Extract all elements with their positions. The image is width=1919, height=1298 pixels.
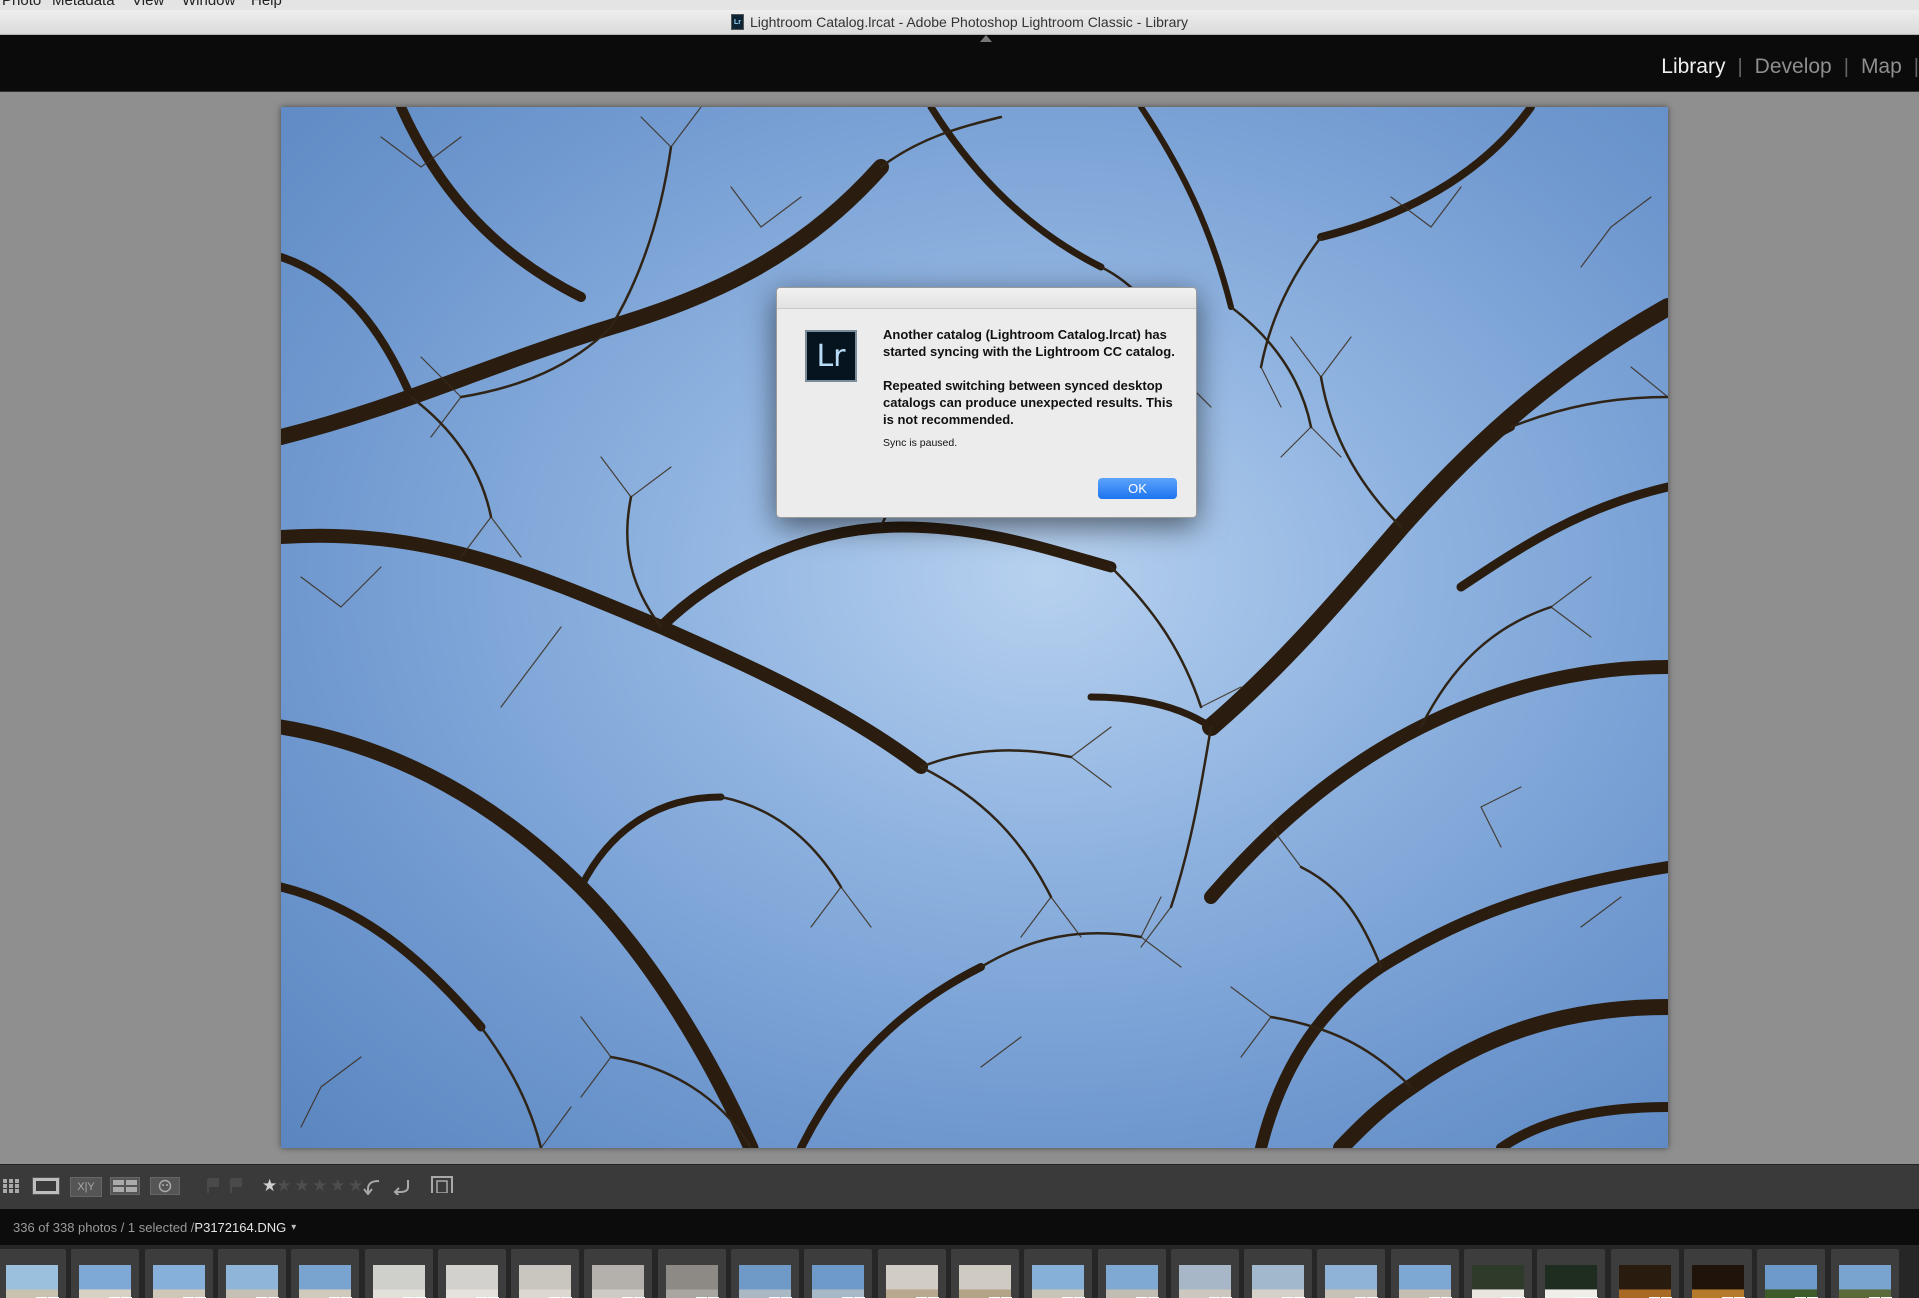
- menu-photo[interactable]: Photo: [2, 0, 41, 9]
- thumbnail-image: [958, 1265, 1011, 1298]
- module-develop[interactable]: Develop: [1743, 55, 1844, 79]
- module-separator: |: [1913, 55, 1919, 78]
- dialog-title-bar: [777, 288, 1196, 309]
- crop-overlay-icon[interactable]: [430, 1175, 454, 1193]
- thumbnail-image: [152, 1265, 205, 1298]
- filmstrip-thumbnail[interactable]: [950, 1249, 1019, 1298]
- thumbnail-image: [1178, 1265, 1231, 1298]
- menu-metadata[interactable]: Metadata: [52, 0, 115, 9]
- selected-filename[interactable]: P3172164.DNG: [194, 1220, 286, 1235]
- tree-branches-image: [281, 107, 1668, 1148]
- menu-window[interactable]: Window: [182, 0, 235, 9]
- star-first: ★: [262, 1176, 277, 1195]
- thumbnail-image: [1545, 1265, 1598, 1298]
- filmstrip-thumbnail[interactable]: [1317, 1249, 1386, 1298]
- thumbnail-image: [665, 1265, 718, 1298]
- filmstrip-thumbnail[interactable]: [437, 1249, 506, 1298]
- flag-reject-icon[interactable]: [228, 1177, 244, 1195]
- loupe-view-icon[interactable]: [32, 1177, 60, 1195]
- grid-view-icon[interactable]: [2, 1177, 22, 1195]
- lightroom-document-icon: Lr: [730, 14, 744, 30]
- library-toolbar: X|Y ★★ ★ ★ ★ ★: [0, 1164, 1919, 1210]
- dialog-message-secondary: Repeated switching between synced deskto…: [883, 378, 1173, 427]
- thumbnail-image: [592, 1265, 645, 1298]
- survey-view-icon[interactable]: [110, 1177, 140, 1195]
- star-rating-stars: ★ ★ ★ ★ ★: [276, 1176, 363, 1195]
- filmstrip-thumbnail[interactable]: [1097, 1249, 1166, 1298]
- filmstrip-thumbnail[interactable]: [364, 1249, 433, 1298]
- loupe-photo[interactable]: [281, 107, 1668, 1148]
- filmstrip-thumbnail[interactable]: [1830, 1249, 1899, 1298]
- thumbnail-image: [225, 1265, 278, 1298]
- window-title-bar: Lr Lightroom Catalog.lrcat - Adobe Photo…: [0, 10, 1919, 35]
- rotate-left-icon[interactable]: [362, 1177, 382, 1195]
- thumbnail-image: [1325, 1265, 1378, 1298]
- filmstrip-thumbnail[interactable]: [1170, 1249, 1239, 1298]
- menu-bar: Photo Metadata View Window Help: [0, 0, 1919, 10]
- thumbnail-image: [1398, 1265, 1451, 1298]
- filmstrip-thumbnail[interactable]: [1610, 1249, 1679, 1298]
- photo-count: 336 of 338 photos / 1 selected /: [13, 1219, 195, 1235]
- thumbnail-image: [1618, 1265, 1671, 1298]
- filmstrip-thumbnail[interactable]: [511, 1249, 580, 1298]
- thumbnail-image: [1105, 1265, 1158, 1298]
- thumbnail-image: [1838, 1265, 1891, 1298]
- thumbnail-image: [739, 1265, 791, 1298]
- thumbnail-image: [519, 1265, 572, 1298]
- people-view-icon[interactable]: [150, 1177, 180, 1195]
- filmstrip-thumbnail[interactable]: [657, 1249, 726, 1298]
- filmstrip-thumbnail[interactable]: [0, 1249, 66, 1298]
- thumbnail-image: [299, 1265, 352, 1298]
- filmstrip-thumbnail[interactable]: [1244, 1249, 1313, 1298]
- filmstrip-thumbnail[interactable]: [731, 1249, 799, 1298]
- lightroom-app-icon: Lr: [805, 330, 857, 382]
- filmstrip-thumbnail[interactable]: [1537, 1249, 1606, 1298]
- filmstrip-thumbnail[interactable]: [1464, 1249, 1532, 1298]
- filmstrip-thumbnail[interactable]: [217, 1249, 286, 1298]
- filmstrip-thumbnail[interactable]: [1683, 1249, 1752, 1298]
- module-tabs: Library | Develop | Map |: [1649, 55, 1919, 79]
- module-map[interactable]: Map: [1849, 55, 1914, 79]
- filmstrip-thumbnail[interactable]: [1024, 1249, 1093, 1298]
- thumbnail-image: [812, 1265, 865, 1298]
- filmstrip-thumbnail[interactable]: [584, 1249, 653, 1298]
- rotate-right-icon[interactable]: [392, 1177, 412, 1195]
- menu-view[interactable]: View: [132, 0, 164, 9]
- sync-warning-dialog: Lr Another catalog (Lightroom Catalog.lr…: [776, 287, 1197, 518]
- window-title: Lightroom Catalog.lrcat - Adobe Photosho…: [749, 14, 1189, 30]
- filmstrip-thumbnail[interactable]: [71, 1249, 140, 1298]
- thumbnail-image: [1032, 1265, 1085, 1298]
- menu-help[interactable]: Help: [251, 0, 282, 9]
- thumbnail-image: [445, 1265, 498, 1298]
- module-library[interactable]: Library: [1649, 55, 1737, 79]
- filmstrip-thumbnail[interactable]: [804, 1249, 873, 1298]
- flag-pick-icon[interactable]: [205, 1177, 221, 1195]
- thumbnail-image: [6, 1265, 58, 1298]
- filmstrip-status-bar: 336 of 338 photos / 1 selected / P317216…: [0, 1209, 1919, 1245]
- compare-view-icon[interactable]: X|Y: [70, 1177, 102, 1197]
- thumbnail-image: [1765, 1265, 1818, 1298]
- filmstrip-thumbnail[interactable]: [877, 1249, 946, 1298]
- filmstrip[interactable]: [0, 1245, 1919, 1298]
- thumbnail-image: [1472, 1265, 1524, 1298]
- thumbnail-image: [1691, 1265, 1744, 1298]
- ok-button[interactable]: OK: [1098, 478, 1177, 499]
- filmstrip-thumbnail[interactable]: [144, 1249, 213, 1298]
- filmstrip-thumbnail[interactable]: [1757, 1249, 1826, 1298]
- filename-dropdown-icon[interactable]: ▾: [291, 1222, 296, 1233]
- thumbnail-image: [79, 1265, 132, 1298]
- dialog-message-primary: Another catalog (Lightroom Catalog.lrcat…: [883, 327, 1175, 359]
- thumbnail-image: [1252, 1265, 1305, 1298]
- thumbnail-image: [372, 1265, 425, 1298]
- module-picker: Library | Develop | Map |: [0, 35, 1919, 92]
- top-panel-toggle-icon[interactable]: [980, 35, 992, 42]
- star-rating-icon[interactable]: ★★ ★ ★ ★ ★: [262, 1176, 363, 1195]
- dialog-message-status: Sync is paused.: [883, 437, 958, 449]
- filmstrip-thumbnail[interactable]: [1390, 1249, 1459, 1298]
- dialog-message: Another catalog (Lightroom Catalog.lrcat…: [883, 326, 1175, 452]
- filmstrip-thumbnail[interactable]: [291, 1249, 360, 1298]
- thumbnail-image: [885, 1265, 938, 1298]
